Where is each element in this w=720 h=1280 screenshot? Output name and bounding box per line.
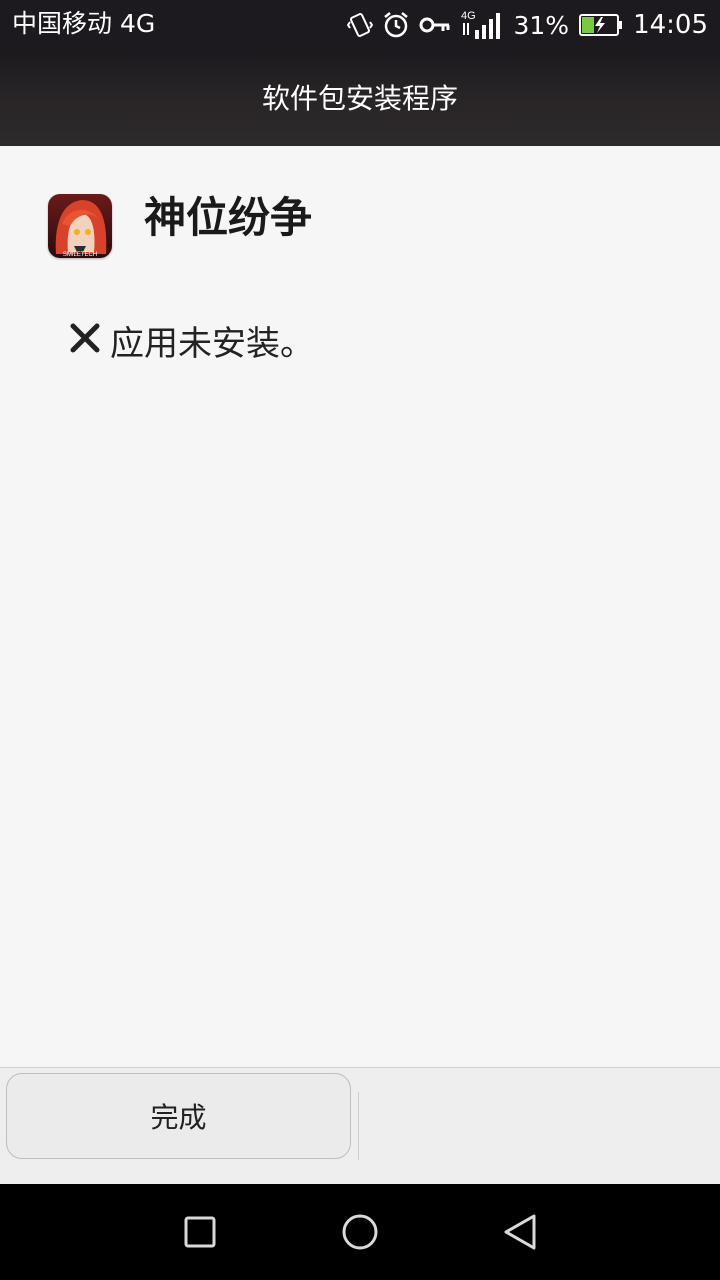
network-type-label: 4G <box>461 10 476 22</box>
home-icon[interactable] <box>338 1210 382 1254</box>
signal-icon: 4G <box>461 9 501 41</box>
close-icon <box>68 321 102 359</box>
page-title: 软件包安装程序 <box>261 82 458 115</box>
action-bar: 完成 <box>0 1067 720 1185</box>
done-button-label: 完成 <box>150 1101 207 1134</box>
done-button[interactable]: 完成 <box>6 1073 351 1159</box>
app-name: 神位纷争 <box>144 193 313 242</box>
vibrate-icon <box>347 10 374 40</box>
status-bar: 中国移动 4G 4G 31% 14:05 <box>0 0 720 52</box>
recent-apps-icon[interactable] <box>178 1210 222 1254</box>
carrier-label: 中国移动 4G <box>12 9 156 38</box>
app-icon: SMILETECH <box>48 194 112 258</box>
install-result: 应用未安装。 <box>68 314 314 366</box>
navigation-bar <box>0 1184 720 1280</box>
button-divider <box>358 1092 359 1160</box>
back-icon[interactable] <box>498 1210 542 1254</box>
battery-charging-icon <box>579 13 623 37</box>
result-message: 应用未安装。 <box>110 323 314 364</box>
title-bar: 软件包安装程序 <box>0 52 720 146</box>
app-icon-caption: SMILETECH <box>63 252 97 258</box>
alarm-icon <box>383 11 409 39</box>
battery-percent: 31% <box>513 10 570 40</box>
vpn-key-icon <box>419 15 451 35</box>
clock: 14:05 <box>633 10 708 40</box>
status-icons: 4G 31% 14:05 <box>337 9 708 41</box>
